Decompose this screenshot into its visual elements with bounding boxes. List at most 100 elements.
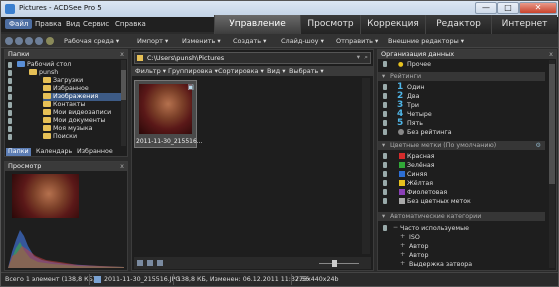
folders-panel-close-icon[interactable]: x [120,50,124,59]
tab-manage[interactable]: Управление [214,15,300,34]
pin-icon[interactable] [8,126,12,132]
thumbnail-image [139,84,192,134]
path-dropdown-icon[interactable]: ▾ [357,53,360,61]
tab-calendar[interactable]: Календарь [34,148,74,156]
pin-icon [383,162,387,168]
catalog-panel-close-icon[interactable]: x [549,50,553,59]
label-green[interactable]: Зелёная [378,161,545,170]
tree-item-punsh[interactable]: punsh [29,69,58,77]
auto-category-item[interactable]: + Автор [378,251,545,260]
expand-icon[interactable]: + [400,260,405,267]
tree-item-favorites[interactable]: Избранное [43,85,89,93]
menu-view[interactable]: Вид [66,20,80,28]
menu-tools[interactable]: Сервис [83,20,109,28]
tab-favorites[interactable]: Избранное [75,148,115,156]
pin-icon[interactable] [8,110,12,116]
catalog-misc[interactable]: ● Прочее [378,60,545,69]
thumbnail-item[interactable]: ▣ 2011-11-30_215516... [134,80,203,148]
histogram [8,230,124,268]
label-blue[interactable]: Синяя [378,170,545,179]
gear-icon[interactable]: ⚙ [535,141,541,150]
label-none[interactable]: Без цветных меток [378,197,545,206]
path-bar[interactable]: C:\Users\punsh\Pictures ▾ ⌕ [134,52,371,64]
import-menu[interactable]: Импорт ▾ [137,37,168,45]
tree-item-desktop[interactable]: Рабочий стол [17,61,71,69]
browser-scrollbar[interactable] [362,78,370,254]
tab-edit[interactable]: Редактор [425,15,491,34]
auto-category-item[interactable]: + ISO [378,233,545,242]
minimize-button[interactable]: — [475,2,497,14]
menu-help[interactable]: Справка [115,20,146,28]
pin-icon[interactable] [8,118,12,124]
tree-item-contacts[interactable]: Контакты [43,101,85,109]
expand-icon[interactable]: + [400,233,405,240]
auto-category-item[interactable]: − Часто используемые [378,224,545,233]
workspace-menu[interactable]: Рабочая среда ▾ [64,37,119,45]
tab-folders[interactable]: Папки [6,148,31,156]
tree-item-documents[interactable]: Мои документы [43,117,106,125]
close-button[interactable]: ✕ [519,2,557,14]
scrollbar-thumb[interactable] [549,64,555,184]
back-icon[interactable] [5,37,13,45]
pin-icon[interactable] [8,94,12,100]
refresh-icon[interactable] [35,37,43,45]
sort-menu[interactable]: Сортировка ▾ [218,67,264,75]
select-menu[interactable]: Выбрать ▾ [289,67,324,75]
auto-category-item[interactable]: + Автор [378,242,545,251]
ratings-section-header[interactable]: ▾ Рейтинги [378,72,545,81]
pin-icon[interactable] [8,134,12,140]
desktop-folder-icon [17,61,25,67]
catalog-panel-header: Организация данных x [378,50,556,59]
light-table-icon[interactable] [157,260,163,266]
tree-item-searches[interactable]: Поиски [43,133,77,141]
maximize-button[interactable]: □ [497,2,519,14]
tab-develop[interactable]: Коррекция [360,15,425,34]
tree-item-music[interactable]: Моя музыка [43,125,93,133]
status-dimensions: 775x440x24b [295,276,339,283]
tree-item-downloads[interactable]: Загрузки [43,77,83,85]
catalog-scrollbar[interactable] [549,60,555,268]
up-icon[interactable] [25,37,33,45]
tab-online[interactable]: Интернет [491,15,557,34]
scrollbar-thumb[interactable] [121,70,126,100]
path-search-icon[interactable]: ⌕ [364,53,368,62]
rating-5[interactable]: 5 Пять [378,118,545,128]
forward-icon[interactable] [15,37,23,45]
tab-view[interactable]: Просмотр [300,15,360,34]
pin-icon[interactable] [8,78,12,84]
expand-icon[interactable]: + [400,251,405,258]
menu-file[interactable]: Файл [5,19,33,29]
create-menu[interactable]: Создать ▾ [233,37,266,45]
expand-icon[interactable]: − [393,224,398,231]
tree-item-videos[interactable]: Мои видеозаписи [43,109,111,117]
folders-scrollbar[interactable] [121,60,126,146]
modify-menu[interactable]: Изменить ▾ [182,37,221,45]
zoom-slider-thumb[interactable] [332,260,337,267]
view-menu[interactable]: Вид ▾ [267,67,286,75]
label-red[interactable]: Красная [378,152,545,161]
pin-icon[interactable] [8,70,12,76]
select-all-icon[interactable] [137,260,143,266]
pin-icon[interactable] [8,86,12,92]
filter-menu[interactable]: Фильтр ▾ [135,67,166,75]
color-labels-section-header[interactable]: ▾ Цветные метки (По умолчанию) ⚙ [378,141,545,150]
rating-none[interactable]: Без рейтинга [378,128,545,137]
zoom-slider[interactable] [319,263,359,264]
menu-edit[interactable]: Правка [35,20,62,28]
external-editors-menu[interactable]: Внешние редакторы ▾ [388,37,464,45]
label-purple[interactable]: Фиолетовая [378,188,545,197]
auto-categories-section-header[interactable]: ▾ Автоматические категории [378,212,545,221]
label-yellow[interactable]: Жёлтая [378,179,545,188]
auto-category-item[interactable]: + Выдержка затвора [378,260,545,269]
compare-icon[interactable] [147,260,153,266]
expand-icon[interactable]: + [400,242,405,249]
tree-item-pictures[interactable]: Изображения [43,93,121,101]
pin-icon [383,180,387,186]
slideshow-menu[interactable]: Слайд-шоу ▾ [281,37,324,45]
group-menu[interactable]: Группировка ▾ [168,67,218,75]
send-menu[interactable]: Отправить ▾ [336,37,378,45]
pin-icon[interactable] [8,62,12,68]
preview-panel-close-icon[interactable]: x [120,162,124,171]
pin-icon[interactable] [8,102,12,108]
home-icon[interactable] [46,37,54,45]
